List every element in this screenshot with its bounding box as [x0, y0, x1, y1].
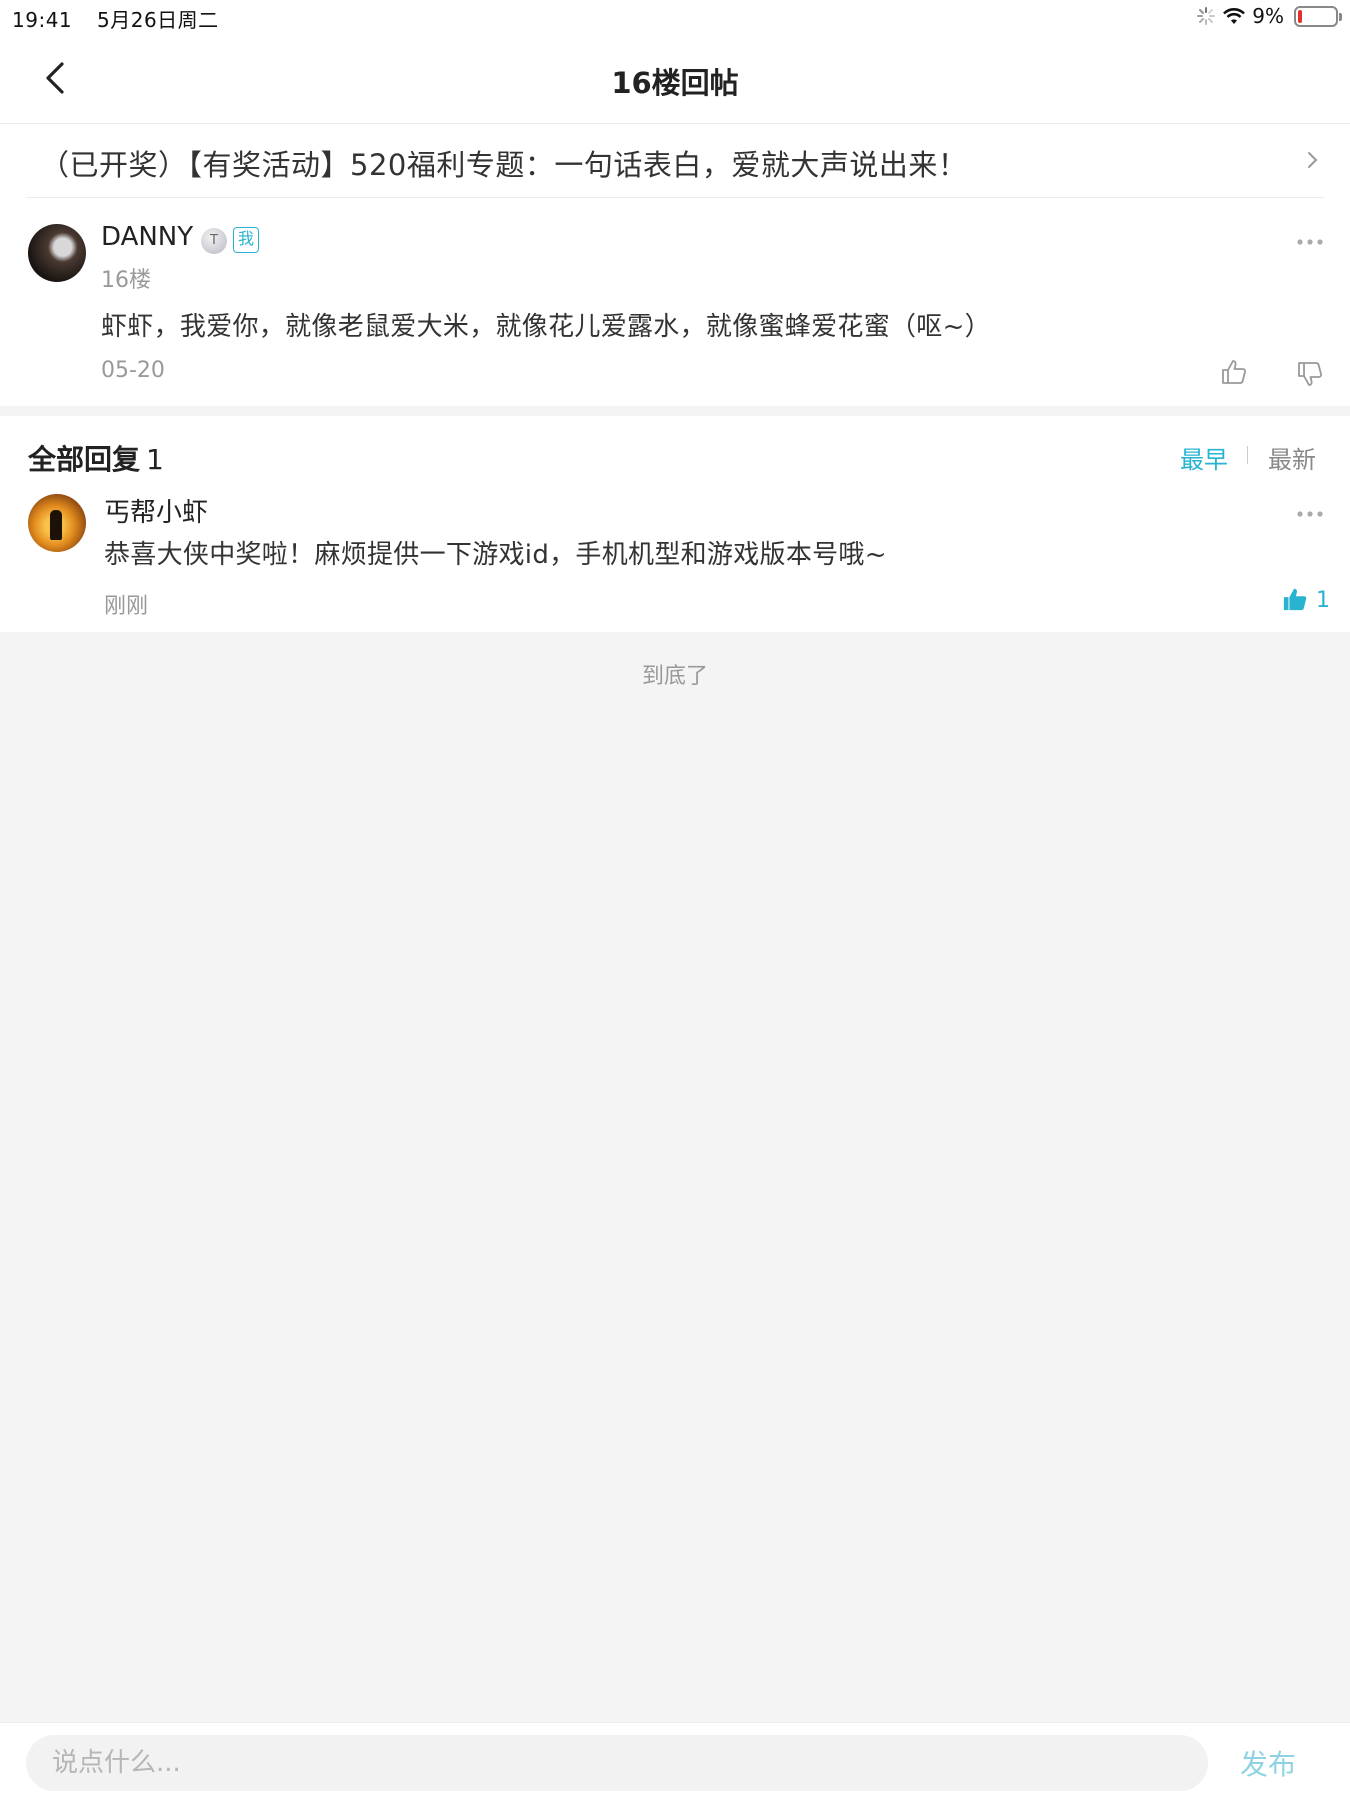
- end-of-list-text: 到底了: [641, 664, 708, 689]
- reply-content: 恭喜大侠中奖啦！麻烦提供一下游戏id，手机机型和游戏版本号哦~: [104, 540, 887, 570]
- publish-button[interactable]: 发布: [1240, 1743, 1296, 1783]
- post-author-name[interactable]: DANNY: [101, 222, 193, 252]
- wifi-icon: [1223, 8, 1246, 24]
- reply-header-label: 全部回复: [28, 443, 141, 476]
- reply-count: 1: [146, 443, 164, 476]
- more-icon[interactable]: [1296, 510, 1324, 518]
- reply-section: 全部回复 1 最早 最新 丐帮小虾 恭喜大侠中奖啦！麻烦提供一下游戏id，手机机型…: [0, 416, 1350, 632]
- reply-header: 全部回复 1: [28, 438, 164, 478]
- comment-input[interactable]: [26, 1735, 1208, 1791]
- bottom-bar: 发布: [0, 1722, 1350, 1800]
- status-time: 19:41: [12, 8, 73, 32]
- sort-newest-tab[interactable]: 最新: [1268, 440, 1316, 475]
- page-title: 16楼回帖: [611, 66, 739, 100]
- post-content: 虾虾，我爱你，就像老鼠爱大米，就像花儿爱露水，就像蜜蜂爱花蜜（呕~）: [101, 312, 991, 342]
- chevron-right-icon: [1308, 152, 1318, 168]
- thumb-up-filled-icon[interactable]: [1282, 586, 1308, 612]
- thumb-down-icon[interactable]: [1296, 360, 1324, 388]
- main-post: DANNY T 我 16楼 虾虾，我爱你，就像老鼠爱大米，就像花儿爱露水，就像蜜…: [0, 198, 1350, 406]
- post-date: 05-20: [101, 358, 165, 383]
- topic-title: （已开奖）【有奖活动】520福利专题：一句话表白，爱就大声说出来！: [40, 148, 968, 182]
- reply-time: 刚刚: [104, 594, 149, 619]
- me-badge: 我: [233, 227, 259, 253]
- sort-earliest-tab[interactable]: 最早: [1180, 440, 1228, 475]
- avatar[interactable]: [28, 494, 86, 552]
- battery-percent: 9%: [1252, 4, 1284, 28]
- loading-spinner-icon: [1197, 7, 1216, 25]
- sort-divider: [1247, 446, 1248, 464]
- status-left: 19:41 5月26日周二: [12, 4, 219, 33]
- status-bar: 19:41 5月26日周二 9%: [0, 0, 1350, 34]
- status-date: 5月26日周二: [97, 8, 219, 32]
- post-floor: 16楼: [101, 268, 151, 293]
- thumb-up-icon[interactable]: [1220, 358, 1248, 386]
- avatar[interactable]: [28, 224, 86, 282]
- nav-bar: 16楼回帖: [0, 34, 1350, 124]
- more-icon[interactable]: [1296, 238, 1324, 246]
- status-right: 9%: [1196, 4, 1342, 28]
- battery-icon: [1294, 5, 1342, 27]
- topic-link[interactable]: （已开奖）【有奖活动】520福利专题：一句话表白，爱就大声说出来！: [0, 124, 1350, 198]
- reply-like-count: 1: [1316, 588, 1330, 613]
- battery-fill: [1298, 9, 1302, 23]
- reply-author-name[interactable]: 丐帮小虾: [104, 492, 208, 529]
- level-badge: T: [201, 228, 227, 254]
